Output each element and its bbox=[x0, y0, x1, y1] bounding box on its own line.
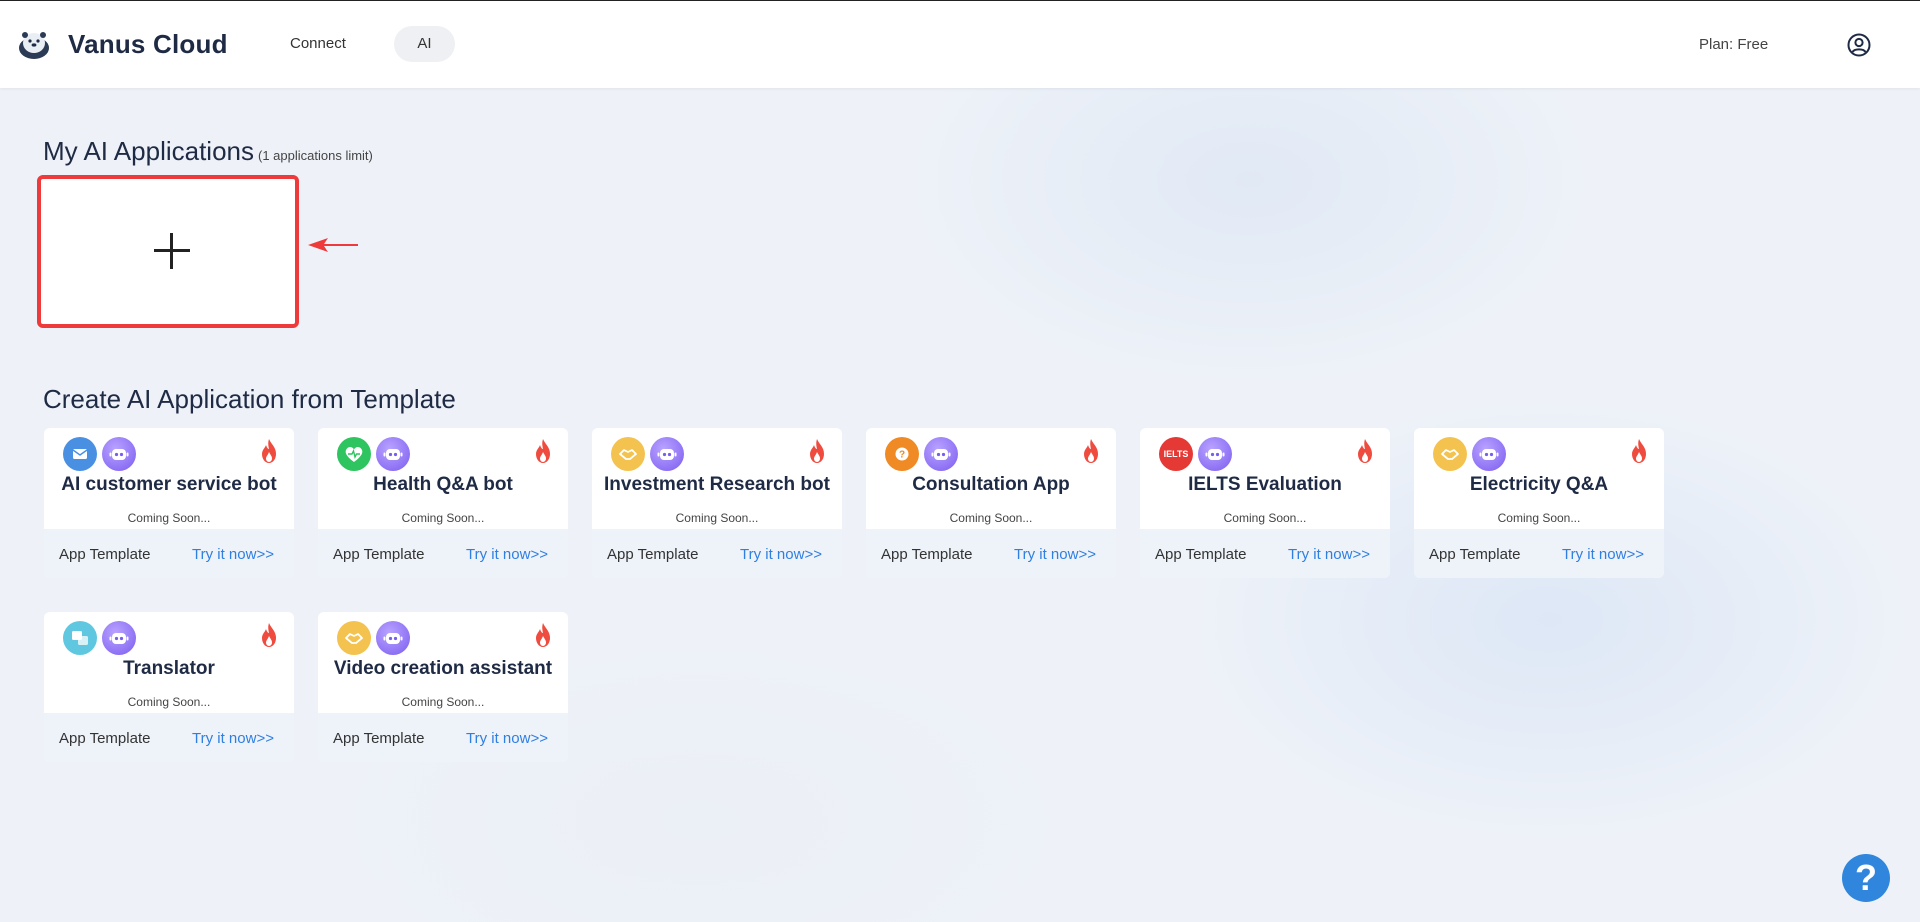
template-name: Consultation App bbox=[912, 474, 1070, 495]
template-name: IELTS Evaluation bbox=[1188, 474, 1342, 495]
fire-icon bbox=[536, 623, 550, 647]
try-it-now-link[interactable]: Try it now>> bbox=[740, 546, 822, 563]
nav-tab-ai[interactable]: AI bbox=[394, 26, 455, 62]
handshake-icon bbox=[337, 621, 371, 655]
coming-soon-label: Coming Soon... bbox=[1223, 511, 1307, 525]
mail-icon bbox=[63, 437, 97, 471]
template-card-footer: App Template Try it now>> bbox=[866, 529, 1116, 578]
template-card-footer: App Template Try it now>> bbox=[318, 529, 568, 578]
ielts-icon: IELTS bbox=[1159, 437, 1193, 471]
red-arrow-annotation-icon bbox=[308, 238, 358, 252]
template-name: Health Q&A bot bbox=[373, 474, 513, 495]
app-limit-note: (1 applications limit) bbox=[258, 148, 373, 163]
help-button[interactable]: ? bbox=[1842, 854, 1890, 902]
svg-text:?: ? bbox=[899, 450, 905, 461]
templates-heading: Create AI Application from Template bbox=[43, 384, 456, 414]
try-it-now-link[interactable]: Try it now>> bbox=[192, 546, 274, 563]
nav-tab-connect[interactable]: Connect bbox=[290, 35, 346, 52]
try-it-now-link[interactable]: Try it now>> bbox=[1288, 546, 1370, 563]
try-it-now-link[interactable]: Try it now>> bbox=[192, 730, 274, 747]
app-template-label: App Template bbox=[59, 730, 151, 747]
template-card[interactable]: Investment Research bot Coming Soon... App… bbox=[592, 428, 842, 578]
template-card-footer: App Template Try it now>> bbox=[592, 529, 842, 578]
robot-icon bbox=[102, 621, 136, 655]
plus-icon-vertical bbox=[170, 233, 173, 269]
plan-label[interactable]: Plan: Free bbox=[1699, 36, 1768, 53]
template-name: Video creation assistant bbox=[333, 658, 553, 679]
template-card[interactable]: ? Consultation App Coming Soon... App Templ… bbox=[866, 428, 1116, 578]
user-account-icon[interactable] bbox=[1847, 33, 1871, 57]
fire-icon bbox=[536, 439, 550, 463]
question-icon: ? bbox=[885, 437, 919, 471]
template-name: Investment Research bot bbox=[604, 474, 830, 495]
otter-logo-icon[interactable] bbox=[16, 27, 52, 63]
try-it-now-link[interactable]: Try it now>> bbox=[1014, 546, 1096, 563]
template-name: Translator bbox=[123, 658, 215, 679]
robot-icon bbox=[1472, 437, 1506, 471]
app-template-label: App Template bbox=[607, 546, 699, 563]
template-card[interactable]: Electricity Q&A Coming Soon... App Templat… bbox=[1414, 428, 1664, 578]
template-card-footer: App Template Try it now>> bbox=[1140, 529, 1390, 578]
my-apps-heading: My AI Applications (1 applications limit) bbox=[43, 136, 373, 167]
handshake-icon bbox=[611, 437, 645, 471]
template-card[interactable]: AI customer service bot Coming Soon... App… bbox=[44, 428, 294, 578]
fire-icon bbox=[262, 623, 276, 647]
template-name: Electricity Q&A bbox=[1469, 474, 1609, 495]
try-it-now-link[interactable]: Try it now>> bbox=[466, 546, 548, 563]
template-card[interactable]: Video creation assistant Coming Soon... Ap… bbox=[318, 612, 568, 762]
fire-icon bbox=[1358, 439, 1372, 463]
robot-icon bbox=[650, 437, 684, 471]
fire-icon bbox=[1084, 439, 1098, 463]
robot-icon bbox=[1198, 437, 1232, 471]
coming-soon-label: Coming Soon... bbox=[127, 695, 211, 709]
top-navigation-bar: Vanus Cloud Connect AI Plan: Free bbox=[0, 0, 1920, 88]
fire-icon bbox=[1632, 439, 1646, 463]
coming-soon-label: Coming Soon... bbox=[675, 511, 759, 525]
template-card-footer: App Template Try it now>> bbox=[44, 713, 294, 762]
try-it-now-link[interactable]: Try it now>> bbox=[1562, 546, 1644, 563]
template-card[interactable]: Translator Coming Soon... App Template Try … bbox=[44, 612, 294, 762]
robot-icon bbox=[924, 437, 958, 471]
app-template-label: App Template bbox=[1429, 546, 1521, 563]
app-template-label: App Template bbox=[59, 546, 151, 563]
template-card[interactable]: Health Q&A bot Coming Soon... App Template… bbox=[318, 428, 568, 578]
handshake-icon bbox=[1433, 437, 1467, 471]
robot-icon bbox=[102, 437, 136, 471]
coming-soon-label: Coming Soon... bbox=[401, 511, 485, 525]
app-template-label: App Template bbox=[881, 546, 973, 563]
app-template-label: App Template bbox=[333, 730, 425, 747]
coming-soon-label: Coming Soon... bbox=[127, 511, 211, 525]
template-card-footer: App Template Try it now>> bbox=[1414, 529, 1664, 578]
template-card-footer: App Template Try it now>> bbox=[44, 529, 294, 578]
template-card-footer: App Template Try it now>> bbox=[318, 713, 568, 762]
create-app-button[interactable] bbox=[37, 175, 299, 328]
heart-pulse-icon bbox=[337, 437, 371, 471]
app-template-label: App Template bbox=[1155, 546, 1247, 563]
robot-icon bbox=[376, 621, 410, 655]
coming-soon-label: Coming Soon... bbox=[949, 511, 1033, 525]
translate-icon bbox=[63, 621, 97, 655]
fire-icon bbox=[262, 439, 276, 463]
coming-soon-label: Coming Soon... bbox=[1497, 511, 1581, 525]
app-template-label: App Template bbox=[333, 546, 425, 563]
coming-soon-label: Coming Soon... bbox=[401, 695, 485, 709]
my-apps-title: My AI Applications bbox=[43, 136, 254, 166]
brand-name[interactable]: Vanus Cloud bbox=[68, 29, 228, 60]
fire-icon bbox=[810, 439, 824, 463]
robot-icon bbox=[376, 437, 410, 471]
template-name: AI customer service bot bbox=[61, 474, 277, 495]
template-card[interactable]: IELTS IELTS Evaluation Coming Soon... App T… bbox=[1140, 428, 1390, 578]
try-it-now-link[interactable]: Try it now>> bbox=[466, 730, 548, 747]
